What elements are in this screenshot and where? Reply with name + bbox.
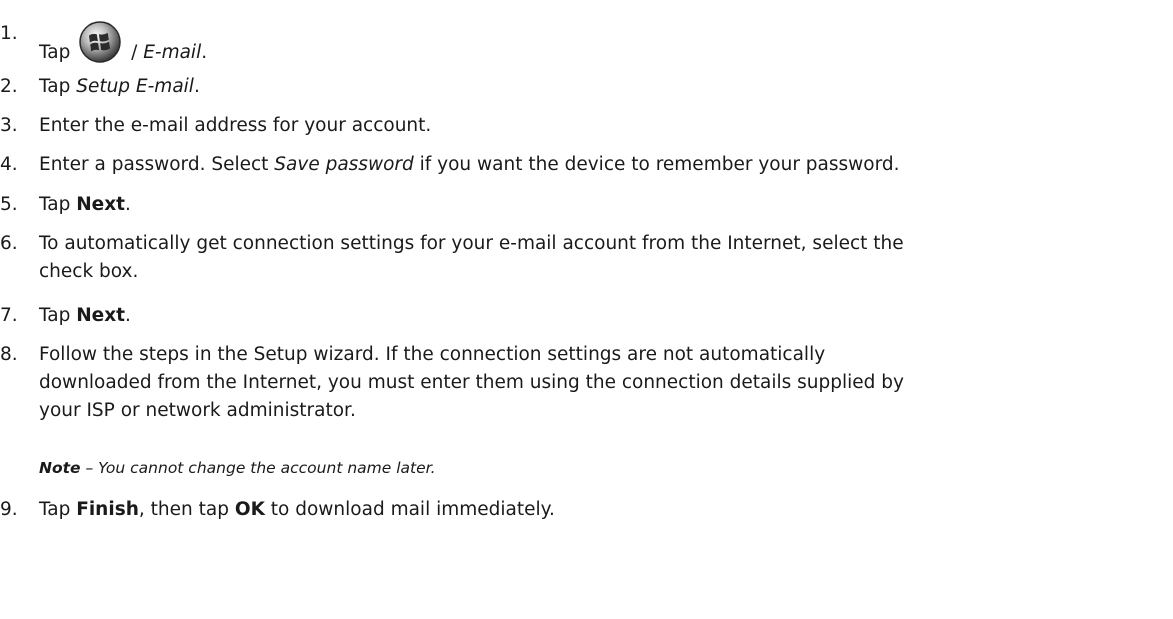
note: Note – You cannot change the account nam…: [39, 459, 436, 477]
step-number: 6.: [0, 233, 18, 254]
step-number: 5.: [0, 194, 18, 215]
step-number: 3.: [0, 115, 18, 136]
note-label: Note: [39, 459, 81, 477]
step-number: 8.: [0, 344, 18, 365]
step-number: 7.: [0, 305, 18, 326]
windows-start-icon: [78, 20, 122, 64]
step-number: 2.: [0, 76, 18, 97]
step-number: 1.: [0, 23, 18, 44]
step-number: 4.: [0, 154, 18, 175]
step-number: 9.: [0, 499, 18, 520]
note-text: You cannot change the account name later…: [98, 459, 436, 477]
instruction-page: 1. Tap / E-mail. 2. Tap Setup E-mail. 3.…: [0, 0, 1173, 619]
